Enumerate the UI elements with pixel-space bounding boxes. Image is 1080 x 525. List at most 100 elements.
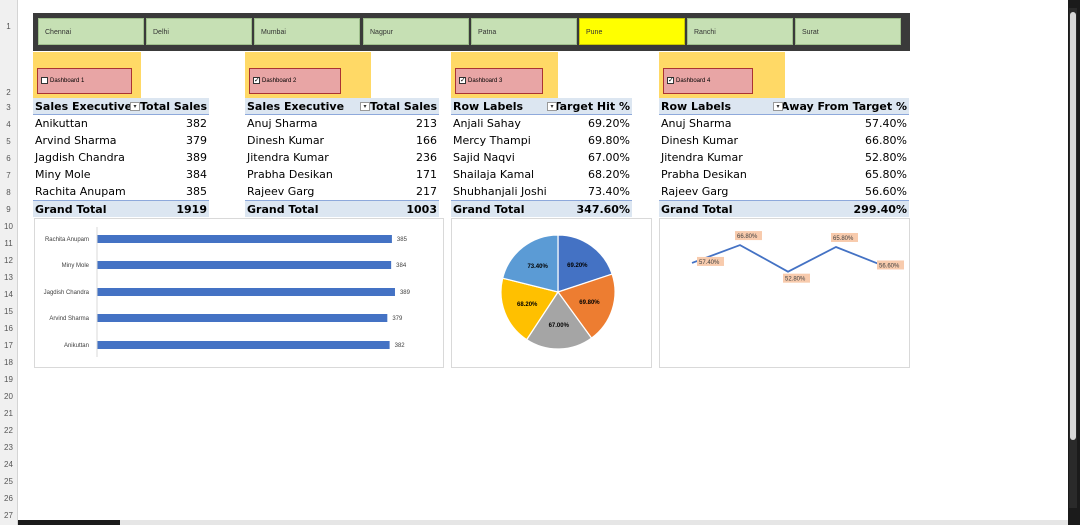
slicer-item-mumbai[interactable]: Mumbai [254,18,360,45]
filter-dropdown-icon[interactable]: ▾ [130,102,140,111]
horizontal-scrollbar[interactable] [120,520,1068,525]
pivot-total-row[interactable]: Grand Total 299.40% [659,200,909,217]
pivot-row[interactable]: Anuj Sharma 213 [245,115,439,132]
row-number[interactable]: 5 [0,137,17,146]
pie-chart-box[interactable]: 69.20% 69.80% 67.00% 68.20% 73.40% [451,218,652,368]
row-number[interactable]: 23 [0,443,17,452]
row-number[interactable]: 11 [0,239,17,248]
bar[interactable] [97,235,392,243]
pivot-cell-value: 69.80% [588,134,630,147]
pivot-row[interactable]: Rajeev Garg 217 [245,183,439,200]
line-chart: 57.40% 66.80% 52.80% 65.80% 56.60% [691,231,904,283]
pivot-cell-value: Target Hit % [553,100,630,113]
bar-category-label: Rachita Anupam [45,237,89,243]
slicer-item-ranchi[interactable]: Ranchi [687,18,793,45]
row-number[interactable]: 2 [0,88,17,97]
slicer-item-patna[interactable]: Patna [471,18,577,45]
row-number[interactable]: 26 [0,494,17,503]
pivot-row[interactable]: Anikuttan 382 [33,115,209,132]
pivot-row[interactable]: Prabha Desikan 65.80% [659,166,909,183]
row-number[interactable]: 10 [0,222,17,231]
pivot-row[interactable]: Dinesh Kumar 66.80% [659,132,909,149]
line-chart-box[interactable]: 57.40% 66.80% 52.80% 65.80% 56.60% [659,218,910,368]
pivot-cell-value: 67.00% [588,151,630,164]
pivot-total-row[interactable]: Grand Total 347.60% [451,200,632,217]
dashboard-4-checkbox[interactable]: ✓ Dashboard 4 [663,68,753,94]
row-number[interactable]: 7 [0,171,17,180]
bar[interactable] [97,288,395,296]
pivot-row[interactable]: Arvind Sharma 379 [33,132,209,149]
pie-value-label: 68.20% [517,302,538,308]
checkbox-icon: ✓ [253,76,260,84]
row-number[interactable]: 19 [0,375,17,384]
row-number[interactable]: 18 [0,358,17,367]
pivot-row[interactable]: Rajeev Garg 56.60% [659,183,909,200]
dashboard-1-checkbox[interactable]: Dashboard 1 [37,68,132,94]
pivot-header-row[interactable]: Row Labels Away From Target % ▾ [659,98,909,115]
bar[interactable] [97,314,388,322]
row-number[interactable]: 16 [0,324,17,333]
pivot-row[interactable]: Sajid Naqvi 67.00% [451,149,632,166]
filter-dropdown-icon[interactable]: ▾ [773,102,783,111]
pivot-total-row[interactable]: Grand Total 1003 [245,200,439,217]
pivot-cell-label: Shubhanjali Joshi [453,185,547,198]
slicer-item-delhi[interactable]: Delhi [146,18,252,45]
row-number[interactable]: 24 [0,460,17,469]
pivot-row[interactable]: Shubhanjali Joshi 73.40% [451,183,632,200]
pivot-total-row[interactable]: Grand Total 1919 [33,200,209,217]
pivot-cell-label: Anuj Sharma [247,117,318,130]
line-value-label: 57.40% [699,260,720,266]
pivot-row[interactable]: Jitendra Kumar 52.80% [659,149,909,166]
slicer-item-nagpur[interactable]: Nagpur [363,18,469,45]
pivot-header-row[interactable]: Sales Executive Total Sales ▾ [245,98,439,115]
row-number[interactable]: 17 [0,341,17,350]
row-number[interactable]: 21 [0,409,17,418]
bar-chart-box[interactable]: Rachita Anupam 385 Miny Mole 384 Jagdish Cha… [34,218,444,368]
row-number[interactable]: 27 [0,511,17,520]
pivot-row[interactable]: Jagdish Chandra 389 [33,149,209,166]
filter-dropdown-icon[interactable]: ▾ [547,102,557,111]
dashboard-3-checkbox[interactable]: ✓ Dashboard 3 [455,68,543,94]
pivot-cell-value: 1919 [176,203,207,216]
row-number[interactable]: 15 [0,307,17,316]
row-number[interactable]: 20 [0,392,17,401]
filter-dropdown-icon[interactable]: ▾ [360,102,370,111]
scrollbar-thumb[interactable] [1070,12,1076,440]
pivot-row[interactable]: Anjali Sahay 69.20% [451,115,632,132]
bar-chart: Rachita Anupam 385 Miny Mole 384 Jagdish Cha… [44,227,411,357]
row-number[interactable]: 14 [0,290,17,299]
pivot-cell-value: 57.40% [865,117,907,130]
pivot-row[interactable]: Miny Mole 384 [33,166,209,183]
pivot-row[interactable]: Dinesh Kumar 166 [245,132,439,149]
slicer-item-chennai[interactable]: Chennai [38,18,144,45]
pivot-row[interactable]: Mercy Thampi 69.80% [451,132,632,149]
row-number[interactable]: 6 [0,154,17,163]
pivot-row[interactable]: Rachita Anupam 385 [33,183,209,200]
row-number[interactable]: 1 [0,22,17,31]
row-number[interactable]: 13 [0,273,17,282]
bar[interactable] [97,261,392,269]
row-number[interactable]: 4 [0,120,17,129]
bar-value-label: 389 [400,290,411,296]
pivot-header-row[interactable]: Row Labels Target Hit % ▾ [451,98,632,115]
row-number[interactable]: 22 [0,426,17,435]
pivot-row[interactable]: Anuj Sharma 57.40% [659,115,909,132]
dashboard-2-checkbox[interactable]: ✓ Dashboard 2 [249,68,341,94]
pivot-row[interactable]: Shailaja Kamal 68.20% [451,166,632,183]
pivot-row[interactable]: Prabha Desikan 171 [245,166,439,183]
pivot-cell-label: Prabha Desikan [661,168,747,181]
row-number[interactable]: 12 [0,256,17,265]
row-number[interactable]: 8 [0,188,17,197]
slicer-item-surat[interactable]: Surat [795,18,901,45]
pivot-cell-value: 68.20% [588,168,630,181]
pivot-cell-label: Rachita Anupam [35,185,126,198]
pivot-header-row[interactable]: Sales Executive Total Sales ▾ [33,98,209,115]
pivot-cell-value: 65.80% [865,168,907,181]
pivot-row[interactable]: Jitendra Kumar 236 [245,149,439,166]
bar[interactable] [97,341,390,349]
row-number[interactable]: 25 [0,477,17,486]
row-number[interactable]: 9 [0,205,17,214]
row-number[interactable]: 3 [0,103,17,112]
slicer-item-pune[interactable]: Pune [579,18,685,45]
pivot-cell-value: Total Sales [139,100,207,113]
